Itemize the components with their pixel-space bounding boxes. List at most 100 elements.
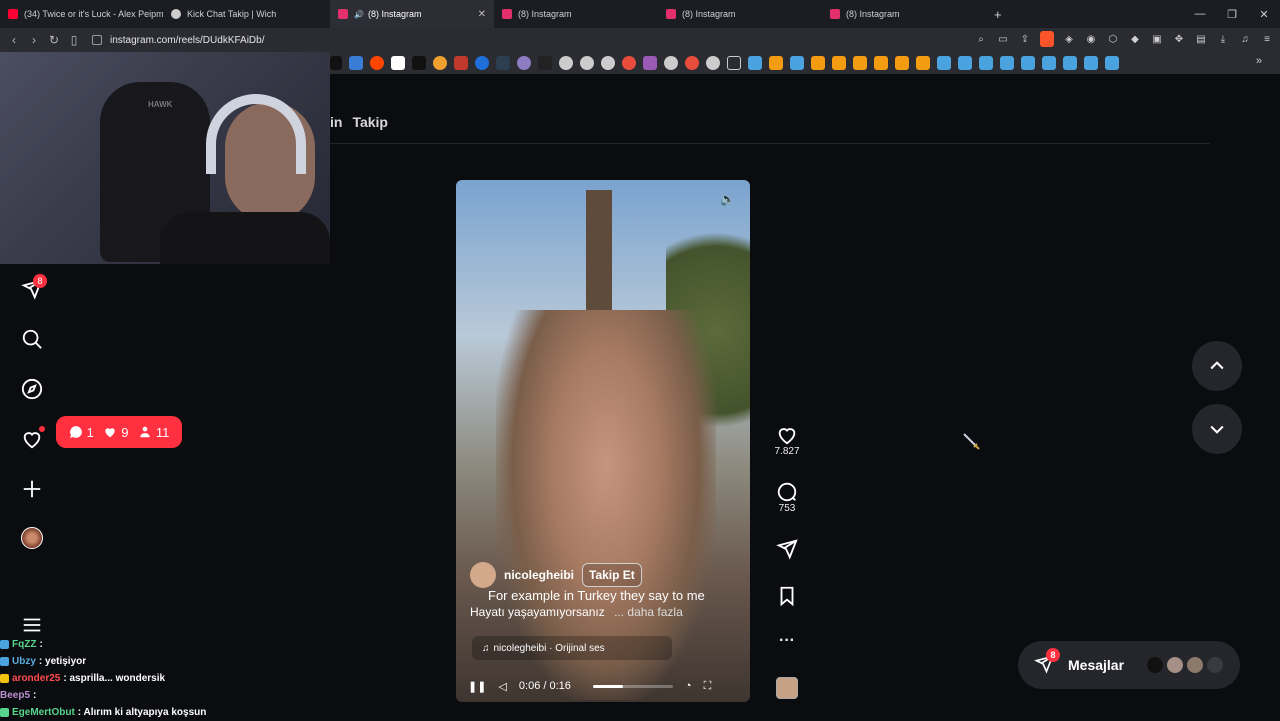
speed-icon[interactable]: ◔ bbox=[685, 680, 692, 692]
site-info-icon[interactable] bbox=[92, 35, 102, 45]
steam-icon[interactable] bbox=[979, 56, 993, 70]
bookmark-icon[interactable] bbox=[601, 56, 615, 70]
activity-notification-pill[interactable]: 1 9 11 bbox=[56, 416, 182, 448]
fullscreen-icon[interactable]: ⛶ bbox=[704, 680, 712, 693]
extension-icon[interactable]: ◉ bbox=[1084, 31, 1098, 47]
browser-tab-active[interactable]: 🔊 (8) Instagram ✕ bbox=[330, 0, 494, 28]
brave-shield-icon[interactable] bbox=[1040, 31, 1054, 47]
forward-icon[interactable]: › bbox=[24, 33, 44, 47]
steam-icon[interactable] bbox=[748, 56, 762, 70]
bookmark-icon[interactable] bbox=[559, 56, 573, 70]
menu-icon[interactable]: ≡ bbox=[1260, 31, 1274, 47]
bookmark-icon[interactable] bbox=[664, 56, 678, 70]
bookmark-icon[interactable] bbox=[454, 56, 468, 70]
bookmark-icon[interactable] bbox=[517, 56, 531, 70]
comment-button[interactable]: 753 bbox=[772, 481, 802, 514]
profile-button[interactable] bbox=[19, 525, 45, 551]
extensions-puzzle-icon[interactable]: ✥ bbox=[1172, 31, 1186, 47]
next-reel-button[interactable] bbox=[1192, 404, 1242, 454]
browser-tab[interactable]: (8) Instagram bbox=[494, 0, 658, 28]
bookmark-icon[interactable] bbox=[685, 56, 699, 70]
steam-icon[interactable] bbox=[790, 56, 804, 70]
steam-icon[interactable] bbox=[1084, 56, 1098, 70]
audio-link[interactable]: ♫ nicolegheibi · Orijinal ses bbox=[472, 636, 672, 660]
reel-video[interactable]: 🔈 nicolegheibi Takip Et For example in T… bbox=[456, 180, 750, 702]
bookmark-icon[interactable] bbox=[916, 56, 930, 70]
tab-following[interactable]: Takip bbox=[352, 114, 388, 130]
browser-tab[interactable]: (8) Instagram bbox=[658, 0, 822, 28]
amazon-icon[interactable] bbox=[412, 56, 426, 70]
notifications-button[interactable] bbox=[19, 426, 45, 452]
bookmark-icon[interactable] bbox=[706, 56, 720, 70]
tab-partial[interactable]: in bbox=[330, 114, 342, 130]
extension-icon[interactable]: ◆ bbox=[1128, 31, 1142, 47]
steam-icon[interactable] bbox=[937, 56, 951, 70]
close-tab-icon[interactable]: ✕ bbox=[478, 9, 486, 20]
extension-icon[interactable]: ◈ bbox=[1062, 31, 1076, 47]
bookmark-icon[interactable] bbox=[391, 56, 405, 70]
new-tab-button[interactable]: + bbox=[986, 0, 1010, 28]
reddit-icon[interactable] bbox=[370, 56, 384, 70]
steam-icon[interactable] bbox=[1105, 56, 1119, 70]
bookmark-icon[interactable] bbox=[538, 56, 552, 70]
steam-icon[interactable] bbox=[958, 56, 972, 70]
reload-icon[interactable]: ↻ bbox=[44, 33, 64, 47]
explore-button[interactable] bbox=[19, 376, 45, 402]
bookmark-icon[interactable] bbox=[874, 56, 888, 70]
direct-messages-button[interactable]: 8 bbox=[19, 274, 47, 302]
bookmark-icon[interactable] bbox=[580, 56, 594, 70]
pause-icon[interactable]: ❚❚ bbox=[468, 680, 486, 693]
close-window-icon[interactable]: ✕ bbox=[1248, 0, 1280, 28]
download-icon[interactable]: ⤓ bbox=[1216, 31, 1230, 47]
bookmark-icon[interactable] bbox=[895, 56, 909, 70]
author-avatar[interactable] bbox=[470, 562, 496, 588]
bookmark-icon[interactable] bbox=[643, 56, 657, 70]
media-icon[interactable]: ♫ bbox=[1238, 31, 1252, 47]
bookmark-icon[interactable] bbox=[496, 56, 510, 70]
bookmark-icon[interactable] bbox=[832, 56, 846, 70]
save-button[interactable] bbox=[772, 585, 802, 607]
steam-icon[interactable] bbox=[1063, 56, 1077, 70]
like-button[interactable]: 7.827 bbox=[772, 424, 802, 457]
bookmark-icon[interactable] bbox=[433, 56, 447, 70]
bookmark-icon[interactable] bbox=[853, 56, 867, 70]
create-button[interactable] bbox=[19, 476, 45, 502]
share-icon[interactable]: ⇪ bbox=[1018, 31, 1032, 47]
restore-icon[interactable]: ❐ bbox=[1216, 0, 1248, 28]
back-icon[interactable]: ‹ bbox=[4, 33, 24, 47]
x-icon[interactable] bbox=[330, 56, 342, 70]
share-button[interactable] bbox=[772, 538, 802, 560]
steam-icon[interactable] bbox=[1000, 56, 1014, 70]
extension-icon[interactable]: ▣ bbox=[1150, 31, 1164, 47]
browser-tab[interactable]: Kick Chat Takip | Wich bbox=[163, 0, 330, 28]
url-field[interactable]: instagram.com/reels/DUdkKFAiDb/ bbox=[92, 32, 265, 48]
seek-bar[interactable] bbox=[592, 684, 673, 688]
bookmark-icon[interactable] bbox=[349, 56, 363, 70]
bookmark-icon[interactable] bbox=[622, 56, 636, 70]
bookmark-icon[interactable] bbox=[811, 56, 825, 70]
more-options-icon[interactable]: ··· bbox=[772, 632, 802, 650]
volume-icon[interactable]: 🔈 bbox=[720, 192, 738, 210]
audio-thumbnail[interactable] bbox=[772, 677, 802, 699]
caption-more-link[interactable]: ... daha fazla bbox=[614, 605, 683, 619]
steam-icon[interactable] bbox=[1042, 56, 1056, 70]
messages-button[interactable]: 8 Mesajlar bbox=[1018, 641, 1240, 689]
bookmark-icon[interactable] bbox=[475, 56, 489, 70]
more-bookmarks-icon[interactable]: » bbox=[1256, 55, 1262, 67]
bookmark-icon[interactable] bbox=[769, 56, 783, 70]
mute-icon[interactable]: ◁ bbox=[498, 680, 506, 693]
sidebar-toggle-icon[interactable]: ▤ bbox=[1194, 31, 1208, 47]
browser-tab[interactable]: (8) Instagram bbox=[822, 0, 986, 28]
steam-icon[interactable] bbox=[1021, 56, 1035, 70]
zoom-icon[interactable]: ⌕ bbox=[974, 31, 988, 47]
follow-button[interactable]: Takip Et bbox=[582, 563, 642, 587]
extension-icon[interactable]: ⬡ bbox=[1106, 31, 1120, 47]
more-menu-button[interactable] bbox=[19, 612, 45, 638]
browser-tab[interactable]: (34) Twice or it's Luck - Alex Peipman bbox=[0, 0, 163, 28]
minimize-icon[interactable]: — bbox=[1184, 0, 1216, 28]
previous-reel-button[interactable] bbox=[1192, 341, 1242, 391]
folder-icon[interactable] bbox=[727, 56, 741, 70]
cast-icon[interactable]: ▭ bbox=[996, 31, 1010, 47]
search-button[interactable] bbox=[19, 326, 45, 352]
author-username[interactable]: nicolegheibi bbox=[504, 568, 574, 582]
